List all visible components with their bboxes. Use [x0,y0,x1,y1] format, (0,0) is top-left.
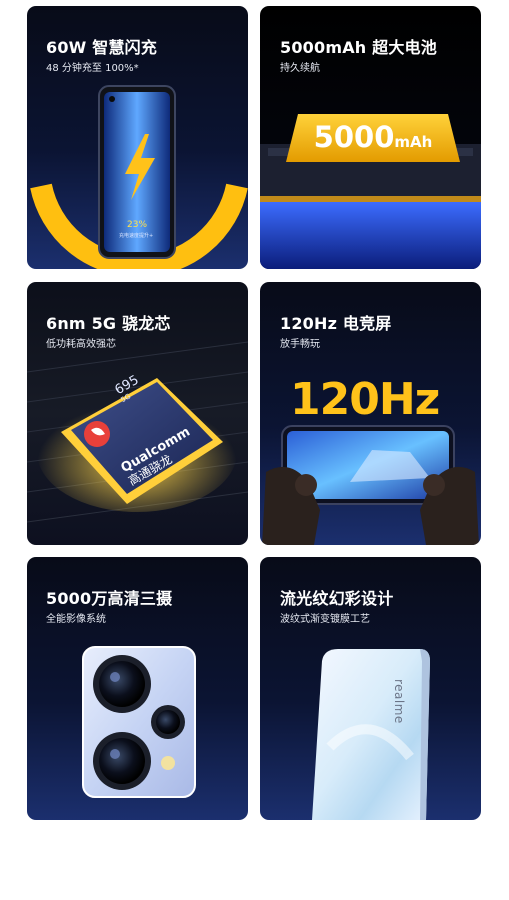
feature-title: 5000mAh 超大电池 [280,38,437,57]
battery-unit: mAh [394,133,433,151]
feature-title: 6nm 5G 骁龙芯 [46,314,171,333]
feature-title: 流光纹幻彩设计 [280,589,394,608]
feature-card-chip: 6nm 5G 骁龙芯 低功耗高效强芯 695 5G Qualcomm 高通骁龙 [27,282,248,545]
feature-title: 120Hz 电竞屏 [280,314,392,333]
feature-subtitle: 48 分钟充至 100%* [46,63,139,74]
feature-card-screen: 120Hz 电竞屏 放手畅玩 120Hz [260,282,481,545]
charge-caption: 充电速度提升+ [119,233,154,239]
feature-subtitle: 低功耗高效强芯 [46,339,116,350]
feature-subtitle: 持久续航 [280,63,320,74]
refresh-rate-text: 120Hz [290,374,440,425]
realme-logo: realme [392,679,406,724]
feature-card-battery: 5000mAh 超大电池 持久续航 5000mAh [260,6,481,269]
feature-card-charging: 60W 智慧闪充 48 分钟充至 100%* 23% 充电速度提升+ [27,6,248,269]
feature-subtitle: 波纹式渐变镀膜工艺 [280,614,370,625]
charge-percent: 23% [127,220,148,230]
feature-title: 5000万高清三摄 [46,589,173,608]
battery-badge: 5000mAh [302,120,444,154]
feature-card-camera: 5000万高清三摄 全能影像系统 [27,557,248,820]
battery-capacity: 5000 [313,120,395,154]
feature-card-design: 流光纹幻彩设计 波纹式渐变镀膜工艺 realme [260,557,481,820]
feature-title: 60W 智慧闪充 [46,38,158,57]
feature-subtitle: 放手畅玩 [280,339,320,350]
feature-subtitle: 全能影像系统 [46,614,106,625]
